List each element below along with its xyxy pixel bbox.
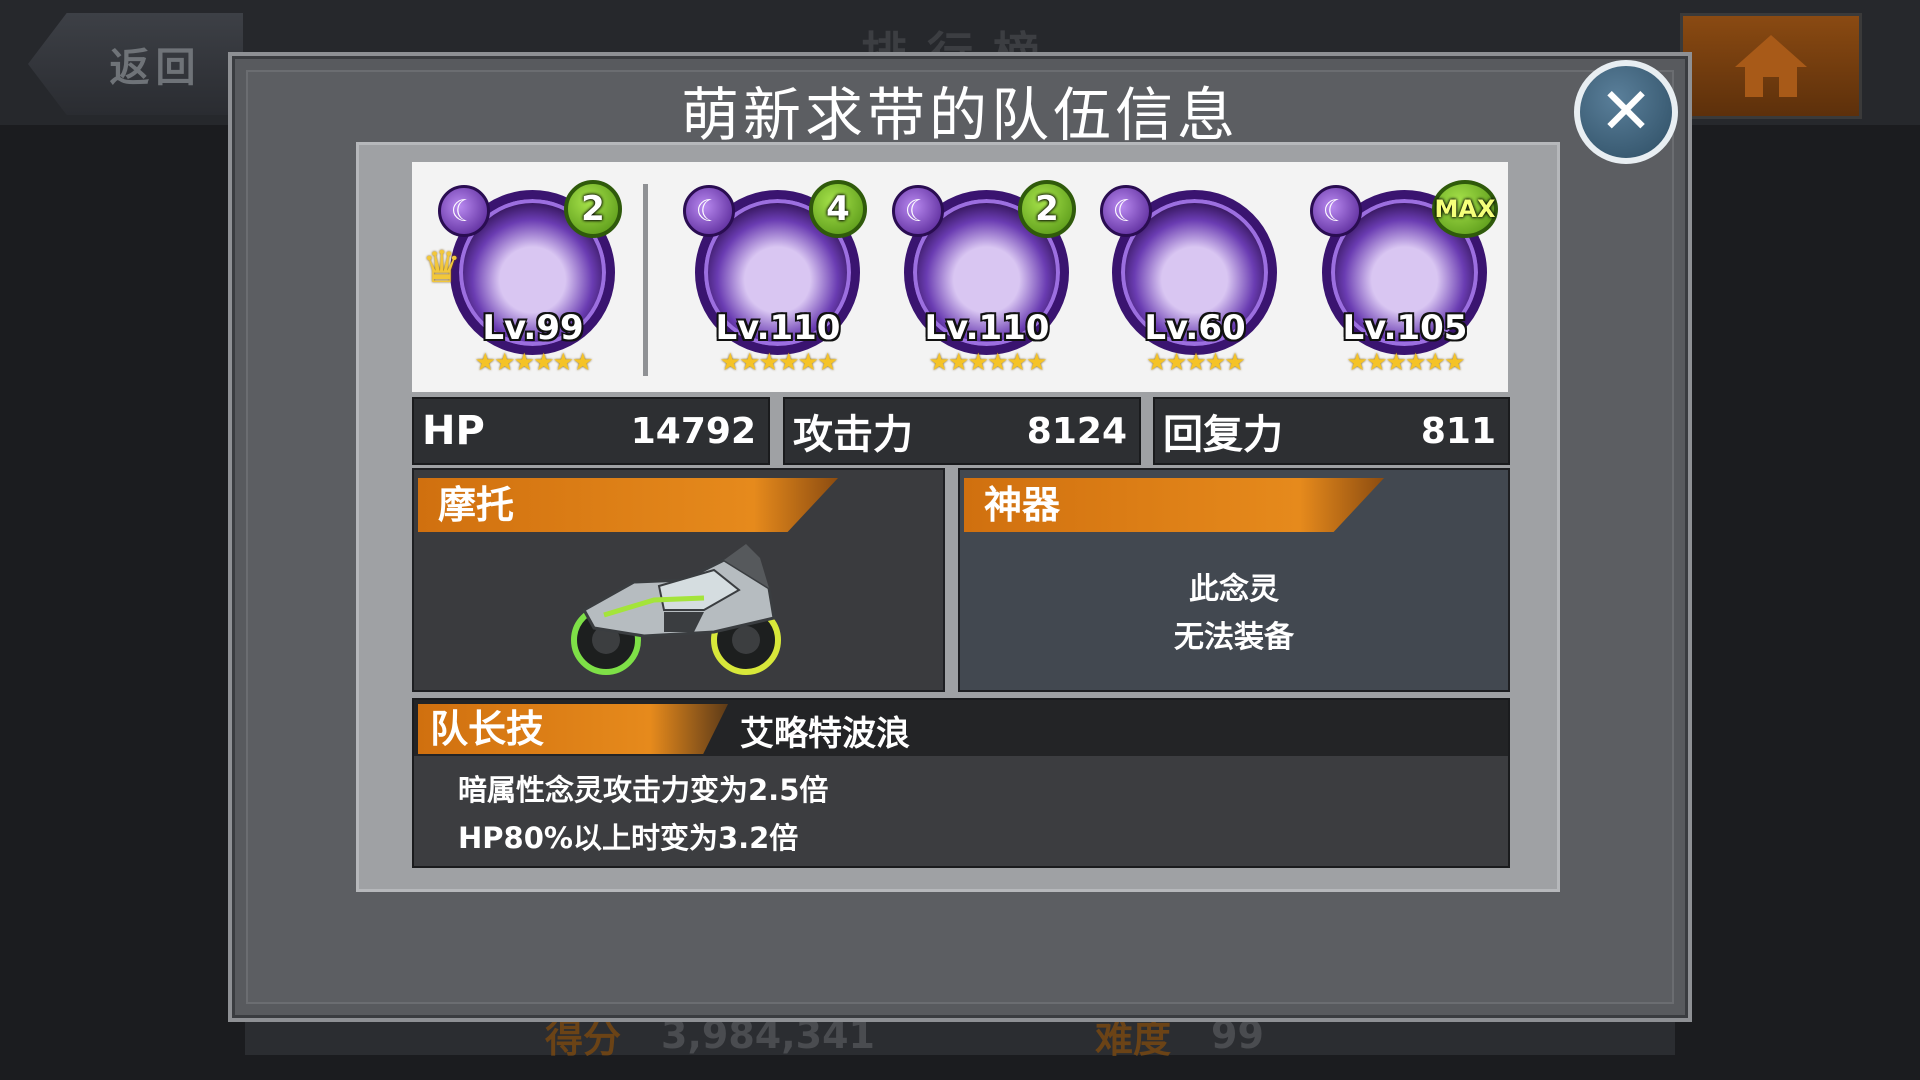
character-level: Lv.99 [482,308,584,348]
artifact-line-1: 此念灵 [1189,572,1279,607]
rarity-stars: ★★★★★★ [474,348,593,376]
artifact-line-2: 无法装备 [1174,620,1294,655]
close-icon: ✕ [1599,75,1653,149]
character-level: Lv.110 [715,308,841,348]
skill-level-badge: 2 [564,180,622,238]
skill-level-badge: 2 [1018,180,1076,238]
skill-level-badge: 4 [809,180,867,238]
leader-skill-header: 队长技 艾略特波浪 [414,700,1508,756]
team-member-4[interactable]: ☾ Lv.60 ★★★★★ [1090,180,1290,380]
leader-skill-panel: 队长技 艾略特波浪 暗属性念灵攻击力变为2.5倍 HP80%以上时变为3.2倍 [412,698,1510,868]
leader-skill-description: 暗属性念灵攻击力变为2.5倍 HP80%以上时变为3.2倍 [458,766,828,862]
character-level: Lv.110 [924,308,1050,348]
motorcycle-slot[interactable]: 摩托 [412,468,945,692]
artifact-slot[interactable]: 神器 此念灵 无法装备 [958,468,1510,692]
team-member-5[interactable]: ☾ MAX Lv.105 ★★★★★★ [1300,180,1500,380]
dark-element-icon: ☾ [1310,185,1362,237]
hp-value: 14792 [630,410,756,452]
leader-divider [643,184,648,376]
dark-element-icon: ☾ [892,185,944,237]
team-member-2[interactable]: ☾ 4 Lv.110 ★★★★★★ [673,180,873,380]
rarity-stars: ★★★★★★ [1346,348,1465,376]
team-member-3[interactable]: ☾ 2 Lv.110 ★★★★★★ [882,180,1082,380]
character-level: Lv.105 [1342,308,1468,348]
attack-label: 攻击力 [793,412,913,458]
recovery-value: 811 [1420,410,1496,452]
dark-element-icon: ☾ [683,185,735,237]
leader-crown-icon: ♛ [422,242,462,293]
attack-stat: 攻击力 8124 [783,397,1141,465]
character-level: Lv.60 [1144,308,1246,348]
dark-element-icon: ☾ [1100,185,1152,237]
hp-label: HP [422,408,485,454]
leader-skill-desc-line-1: 暗属性念灵攻击力变为2.5倍 [458,773,829,807]
hp-stat: HP 14792 [412,397,770,465]
recovery-label: 回复力 [1163,412,1283,458]
leader-skill-label: 队长技 [418,704,728,754]
motorcycle-icon [571,544,781,675]
skill-level-max-badge: MAX [1432,180,1498,238]
dark-element-icon: ☾ [438,185,490,237]
team-member-1[interactable]: ☾ 2 ♛ Lv.99 ★★★★★★ [422,180,628,380]
rarity-stars: ★★★★★ [1146,348,1246,376]
rarity-stars: ★★★★★★ [719,348,838,376]
leader-skill-desc-line-2: HP80%以上时变为3.2倍 [458,821,799,855]
rarity-stars: ★★★★★★ [928,348,1047,376]
recovery-stat: 回复力 811 [1153,397,1510,465]
motorcycle-header: 摩托 [418,478,838,532]
close-button[interactable]: ✕ [1574,60,1678,164]
artifact-unavailable-text: 此念灵 无法装备 [960,566,1508,662]
leader-skill-name: 艾略特波浪 [740,714,910,754]
attack-value: 8124 [1026,410,1127,452]
artifact-header: 神器 [964,478,1384,532]
